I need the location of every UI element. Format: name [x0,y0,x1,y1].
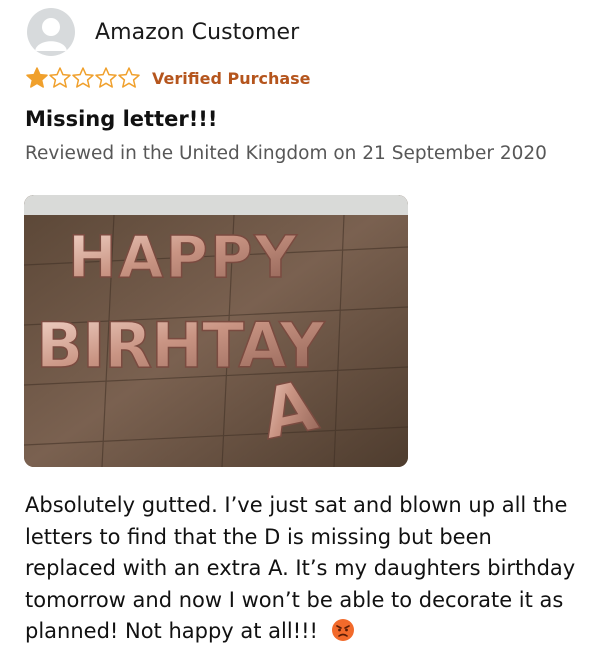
review-date: Reviewed in the United Kingdom on 21 Sep… [25,143,547,164]
star-empty-icon [118,67,140,88]
default-user-avatar-icon[interactable] [27,8,75,56]
review-title[interactable]: Missing letter!!! [25,107,217,131]
star-filled-icon [26,67,48,88]
star-rating[interactable] [25,66,140,90]
angry-face-icon [331,619,354,641]
balloon-row-happy: HAPPY [68,223,298,291]
reviewer-name[interactable]: Amazon Customer [95,20,299,45]
star-empty-icon [95,67,117,88]
review-body: Absolutely gutted. I’ve just sat and blo… [25,490,585,648]
reviewer-profile[interactable]: Amazon Customer [27,8,299,56]
verified-purchase-badge: Verified Purchase [152,68,311,88]
balloon-letters-photo: HAPPY BIRHTAY A [24,195,408,467]
customer-review: Amazon Customer Verified Purchase Missin… [0,0,610,668]
star-empty-icon [49,67,71,88]
rating-row: Verified Purchase [25,66,311,90]
star-empty-icon [72,67,94,88]
review-body-text: Absolutely gutted. I’ve just sat and blo… [25,493,576,643]
review-photo[interactable]: HAPPY BIRHTAY A [24,195,408,467]
